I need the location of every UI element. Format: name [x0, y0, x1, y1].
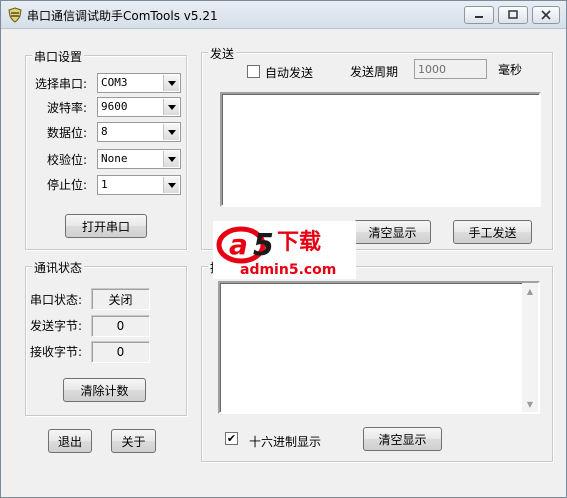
auto-send-checkbox[interactable]: [247, 65, 260, 78]
stopbits-select[interactable]: 1: [97, 175, 181, 195]
send-period-input[interactable]: [414, 59, 487, 79]
maximize-icon: [508, 10, 518, 19]
minimize-button[interactable]: [464, 6, 494, 24]
svg-text:a: a: [229, 228, 248, 261]
send-title: 发送: [208, 45, 237, 62]
period-unit-label: 毫秒: [498, 63, 523, 77]
chevron-down-icon[interactable]: [163, 124, 179, 140]
app-shield-icon: [8, 7, 22, 23]
open-port-button[interactable]: 打开串口: [65, 214, 147, 238]
parity-value: None: [101, 152, 128, 165]
window-title: 串口通信调试助手ComTools v5.21: [27, 9, 218, 23]
serial-settings-title: 串口设置: [32, 48, 85, 65]
minimize-icon: [475, 16, 483, 18]
baud-value: 9600: [101, 100, 128, 113]
svg-text:下载: 下载: [277, 229, 321, 255]
a5-logo-graphic: a 5 下载 admin5.com: [216, 226, 336, 278]
baud-label: 波特率:: [47, 101, 88, 115]
comm-status-title: 通讯状态: [32, 259, 85, 276]
receive-textarea[interactable]: ▲ ▼: [218, 281, 540, 414]
chevron-down-icon[interactable]: [163, 99, 179, 115]
manual-send-button[interactable]: 手工发送: [453, 220, 532, 244]
svg-text:admin5.com: admin5.com: [240, 262, 336, 278]
databits-select[interactable]: 8: [97, 122, 181, 142]
a5-watermark-logo: a 5 下载 admin5.com: [213, 221, 356, 279]
about-button[interactable]: 关于: [111, 429, 156, 453]
stopbits-value: 1: [101, 178, 108, 191]
hex-display-checkbox[interactable]: ✔: [225, 432, 238, 445]
recv-bytes-label: 接收字节:: [30, 345, 83, 359]
close-icon: [541, 10, 551, 20]
receive-scrollbar[interactable]: ▲ ▼: [522, 283, 538, 412]
main-window: 串口通信调试助手ComTools v5.21 串口设置 选择串口: COM3 波…: [0, 0, 567, 498]
scroll-up-icon[interactable]: ▲: [522, 283, 538, 299]
port-value: COM3: [101, 76, 128, 89]
chevron-down-icon[interactable]: [163, 177, 179, 193]
chevron-down-icon[interactable]: [163, 75, 179, 91]
title-bar[interactable]: 串口通信调试助手ComTools v5.21: [1, 1, 566, 29]
sent-bytes-value: 0: [91, 315, 150, 337]
baud-select[interactable]: 9600: [97, 97, 181, 117]
send-period-label: 发送周期: [350, 65, 399, 79]
send-textarea[interactable]: [220, 92, 541, 207]
checkmark-icon: ✔: [226, 432, 237, 445]
port-status-value: 关闭: [91, 288, 150, 310]
port-select[interactable]: COM3: [97, 73, 181, 93]
auto-send-label: 自动发送: [265, 66, 314, 80]
scroll-down-icon[interactable]: ▼: [522, 396, 538, 412]
send-clear-button[interactable]: 清空显示: [354, 220, 431, 244]
svg-text:5: 5: [253, 228, 274, 263]
databits-label: 数据位:: [47, 126, 88, 140]
exit-button[interactable]: 退出: [48, 429, 92, 453]
parity-label: 校验位:: [47, 153, 88, 167]
sent-bytes-label: 发送字节:: [30, 319, 83, 333]
recv-bytes-value: 0: [91, 341, 150, 363]
port-label: 选择串口:: [35, 77, 88, 91]
parity-select[interactable]: None: [97, 149, 181, 169]
close-button[interactable]: [532, 6, 560, 24]
databits-value: 8: [101, 125, 108, 138]
chevron-down-icon[interactable]: [163, 151, 179, 167]
clear-count-button[interactable]: 清除计数: [63, 378, 146, 402]
maximize-button[interactable]: [498, 6, 528, 24]
hex-display-label: 十六进制显示: [249, 435, 322, 449]
port-status-label: 串口状态:: [30, 293, 83, 307]
stopbits-label: 停止位:: [47, 178, 88, 192]
receive-clear-button[interactable]: 清空显示: [363, 427, 442, 451]
